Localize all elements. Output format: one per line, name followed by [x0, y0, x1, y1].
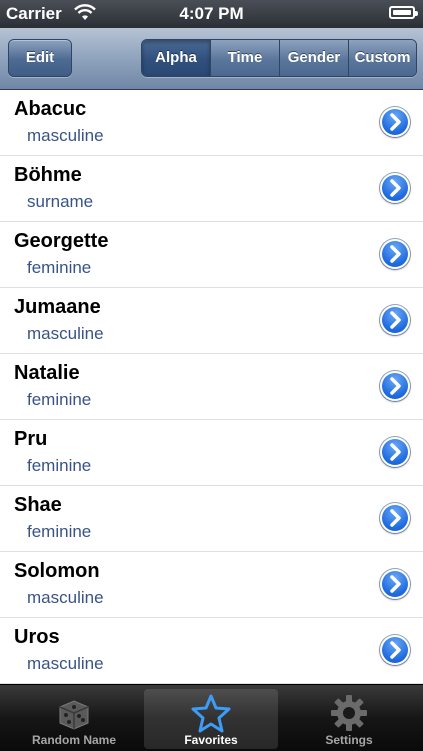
status-time: 4:07 PM [179, 4, 244, 23]
gender-label: feminine [27, 390, 92, 409]
list-item[interactable]: Pru feminine [0, 420, 423, 486]
gender-label: masculine [27, 126, 104, 145]
detail-disclosure-button[interactable] [380, 107, 410, 137]
favorites-list: Abacuc masculine Böhme surname Georgette femi… [0, 90, 423, 684]
chevron-right-icon [390, 443, 401, 461]
name-label: Solomon [14, 560, 100, 582]
chevron-right-icon [390, 641, 401, 659]
dice-icon [59, 700, 89, 730]
segment-custom[interactable]: Custom [348, 40, 416, 76]
edit-button[interactable]: Edit [8, 39, 72, 77]
tab-bar: Random Name Favorites Settings [0, 684, 423, 751]
list-item[interactable]: Jumaane masculine [0, 288, 423, 354]
segment-gender[interactable]: Gender [279, 40, 348, 76]
list-item[interactable]: Natalie feminine [0, 354, 423, 420]
chevron-right-icon [390, 311, 401, 329]
detail-disclosure-button[interactable] [380, 305, 410, 335]
tab-random-name[interactable]: Random Name [7, 689, 141, 749]
name-label: Böhme [14, 164, 82, 186]
chevron-right-icon [390, 179, 401, 197]
name-label: Uros [14, 626, 60, 648]
tab-favorites-label: Favorites [184, 733, 238, 747]
gender-label: surname [27, 192, 94, 211]
detail-disclosure-button[interactable] [380, 437, 410, 467]
gear-icon [331, 695, 367, 731]
list-item[interactable]: Uros masculine [0, 618, 423, 684]
tab-favorites[interactable]: Favorites [144, 689, 278, 749]
segment-time[interactable]: Time [210, 40, 279, 76]
chevron-right-icon [390, 575, 401, 593]
name-label: Shae [14, 494, 62, 516]
gender-label: feminine [27, 258, 92, 277]
list-item[interactable]: Solomon masculine [0, 552, 423, 618]
tab-settings-label: Settings [325, 733, 373, 747]
battery-icon [389, 6, 418, 19]
list-item[interactable]: Shae feminine [0, 486, 423, 552]
name-label: Jumaane [14, 296, 101, 318]
chevron-right-icon [390, 509, 401, 527]
name-label: Pru [14, 428, 48, 450]
name-label: Natalie [14, 362, 80, 384]
segment-alpha[interactable]: Alpha [142, 40, 210, 76]
detail-disclosure-button[interactable] [380, 239, 410, 269]
list-item[interactable]: Georgette feminine [0, 222, 423, 288]
detail-disclosure-button[interactable] [380, 173, 410, 203]
sort-segmented-control: Alpha Time Gender Custom [141, 39, 417, 77]
detail-disclosure-button[interactable] [380, 503, 410, 533]
chevron-right-icon [390, 113, 401, 131]
tab-settings[interactable]: Settings [282, 689, 416, 749]
navigation-bar: Edit Alpha Time Gender Custom [0, 28, 423, 90]
tab-random-name-label: Random Name [31, 733, 117, 747]
name-label: Georgette [14, 230, 109, 252]
list-item[interactable]: Abacuc masculine [0, 90, 423, 156]
detail-disclosure-button[interactable] [380, 371, 410, 401]
star-icon [191, 694, 231, 733]
list-item[interactable]: Böhme surname [0, 156, 423, 222]
gender-label: masculine [27, 654, 104, 673]
gender-label: feminine [27, 522, 92, 541]
gender-label: masculine [27, 324, 104, 343]
status-bar: Carrier 4:07 PM [0, 0, 423, 28]
gender-label: masculine [27, 588, 104, 607]
detail-disclosure-button[interactable] [380, 635, 410, 665]
chevron-right-icon [390, 245, 401, 263]
gender-label: feminine [27, 456, 92, 475]
chevron-right-icon [390, 377, 401, 395]
detail-disclosure-button[interactable] [380, 569, 410, 599]
name-label: Abacuc [14, 98, 87, 120]
